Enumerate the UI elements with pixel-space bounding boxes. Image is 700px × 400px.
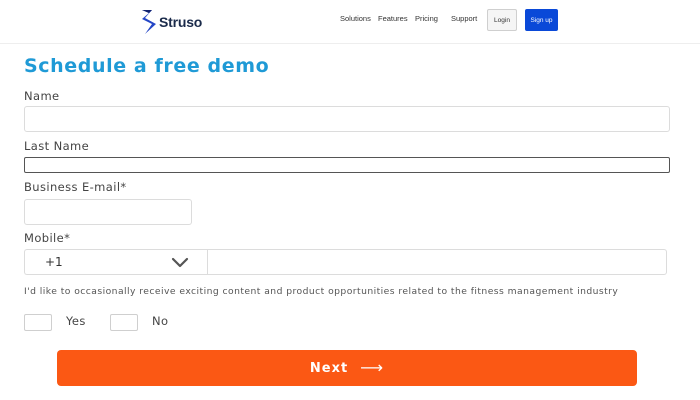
consent-no-label[interactable]: No bbox=[152, 314, 168, 328]
country-code-value: +1 bbox=[45, 255, 63, 269]
consent-yes-label[interactable]: Yes bbox=[66, 314, 86, 328]
last-name-input[interactable] bbox=[24, 157, 670, 173]
top-navigation-bar: Struso Solutions Features Pricing Suppor… bbox=[0, 0, 700, 44]
name-label: Name bbox=[24, 89, 60, 103]
next-button[interactable]: Next ⟶ bbox=[57, 350, 637, 386]
country-code-select[interactable]: +1 bbox=[24, 249, 208, 275]
consent-yes-checkbox[interactable] bbox=[24, 314, 52, 331]
page-title: Schedule a free demo bbox=[24, 55, 270, 77]
arrow-right-icon: ⟶ bbox=[360, 358, 385, 377]
consent-no-checkbox[interactable] bbox=[110, 314, 138, 331]
name-input[interactable] bbox=[24, 106, 670, 132]
next-button-label: Next bbox=[309, 360, 349, 376]
nav-solutions[interactable]: Solutions bbox=[340, 14, 371, 23]
struso-logo-icon bbox=[142, 10, 156, 34]
mobile-number-input[interactable] bbox=[207, 249, 667, 275]
mobile-label: Mobile* bbox=[24, 231, 71, 245]
brand-logo[interactable]: Struso bbox=[141, 8, 202, 36]
last-name-label: Last Name bbox=[24, 139, 90, 153]
marketing-consent-text: I'd like to occasionally receive excitin… bbox=[24, 286, 619, 297]
business-email-label: Business E-mail* bbox=[24, 180, 127, 194]
nav-features[interactable]: Features bbox=[378, 14, 408, 23]
chevron-down-icon bbox=[171, 257, 189, 268]
nav-support[interactable]: Support bbox=[451, 14, 477, 23]
nav-pricing[interactable]: Pricing bbox=[415, 14, 438, 23]
brand-name: Struso bbox=[159, 14, 203, 30]
signup-button[interactable]: Sign up bbox=[525, 9, 558, 31]
business-email-input[interactable] bbox=[24, 199, 192, 225]
login-button[interactable]: Login bbox=[487, 9, 517, 31]
